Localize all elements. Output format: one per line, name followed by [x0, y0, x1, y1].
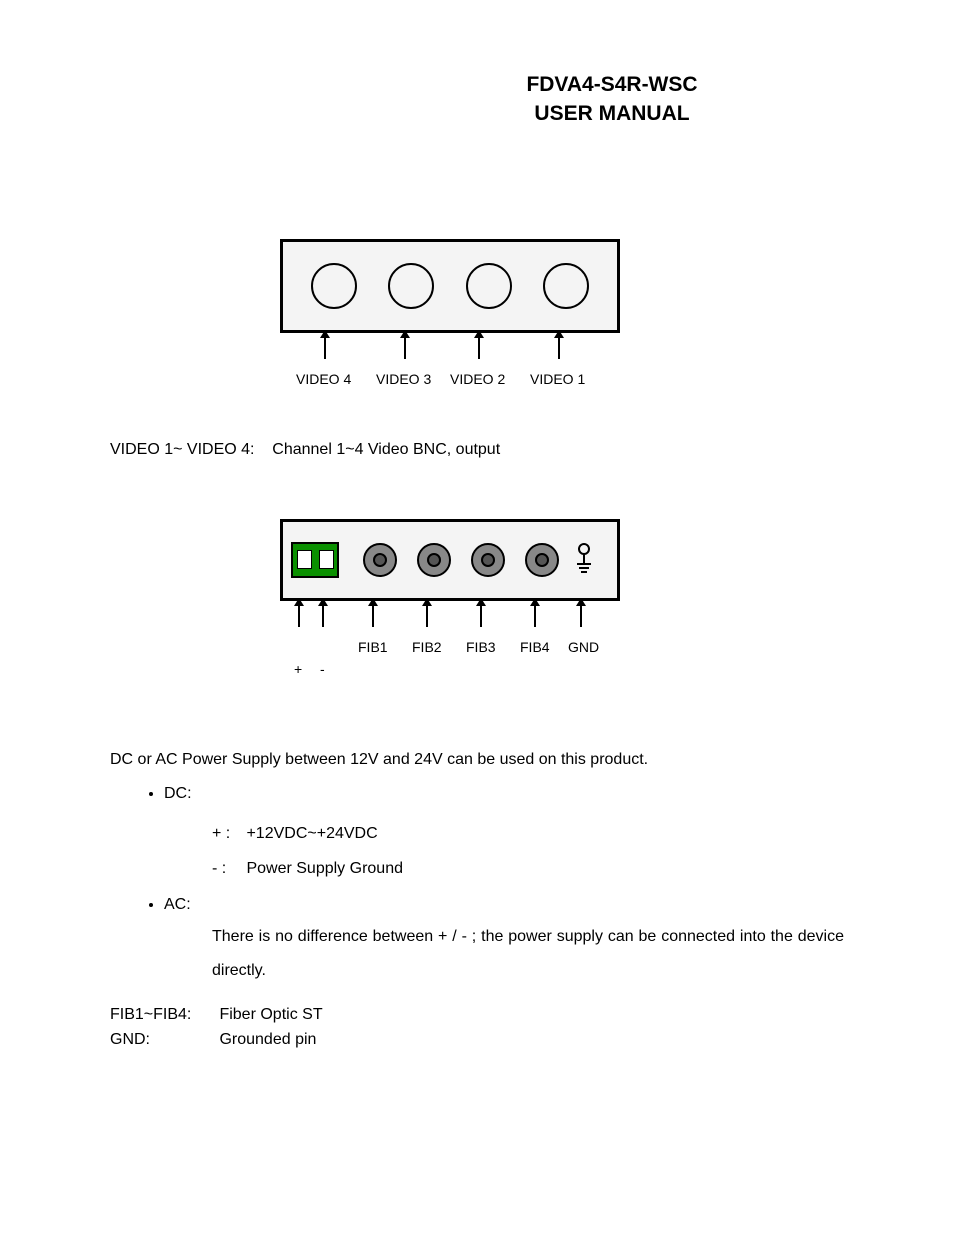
ac-text: There is no difference between + / - ; t… — [212, 920, 844, 987]
label-video1: VIDEO 1 — [530, 371, 585, 387]
power-intro: DC or AC Power Supply between 12V and 24… — [110, 745, 844, 775]
label-fib2: FIB2 — [412, 639, 442, 655]
desc-term: VIDEO 1~ VIDEO 4: — [110, 441, 255, 458]
dc-plus-text: +12VDC~+24VDC — [246, 825, 377, 842]
fiber-st-connector-icon — [417, 543, 451, 577]
label-fib1: FIB1 — [358, 639, 388, 655]
dc-label: DC: — [164, 785, 192, 802]
header-title: USER MANUAL — [380, 99, 844, 128]
arrow-up-icon — [480, 605, 482, 627]
fiber-st-connector-icon — [525, 543, 559, 577]
panel-rear — [280, 519, 620, 601]
desc-text: Channel 1~4 Video BNC, output — [272, 441, 500, 458]
bnc-connector-icon — [466, 263, 512, 309]
label-video3: VIDEO 3 — [376, 371, 431, 387]
terminal-slot-icon — [319, 550, 334, 569]
terminal-slot-icon — [297, 550, 312, 569]
arrow-up-icon — [478, 337, 480, 359]
label-gnd: GND — [568, 639, 599, 655]
diagram-power-fiber: + - FIB1 FIB2 FIB3 FIB4 GND — [280, 519, 620, 685]
header-model: FDVA4-S4R-WSC — [380, 70, 844, 99]
dc-item: DC: + : +12VDC~+24VDC - : Power Supply G… — [164, 779, 844, 886]
terminal-block-icon — [291, 542, 339, 578]
arrow-row — [280, 603, 620, 639]
arrow-up-icon — [322, 605, 324, 627]
label-video4: VIDEO 4 — [296, 371, 351, 387]
label-row: VIDEO 4 VIDEO 3 VIDEO 2 VIDEO 1 — [280, 371, 620, 391]
definitions: FIB1~FIB4: Fiber Optic ST GND: Grounded … — [110, 1002, 844, 1053]
bnc-connector-icon — [311, 263, 357, 309]
label-minus: - — [320, 661, 325, 677]
label-row: + - FIB1 FIB2 FIB3 FIB4 GND — [280, 639, 620, 685]
dc-minus-sym: - : — [212, 851, 242, 886]
label-fib3: FIB3 — [466, 639, 496, 655]
arrow-up-icon — [324, 337, 326, 359]
label-plus: + — [294, 661, 302, 677]
arrow-up-icon — [372, 605, 374, 627]
video-description: VIDEO 1~ VIDEO 4: Channel 1~4 Video BNC,… — [110, 441, 844, 459]
arrow-up-icon — [558, 337, 560, 359]
label-video2: VIDEO 2 — [450, 371, 505, 387]
power-description: DC or AC Power Supply between 12V and 24… — [110, 745, 844, 1053]
label-fib4: FIB4 — [520, 639, 550, 655]
ac-item: AC: There is no difference between + / -… — [164, 890, 844, 988]
arrow-up-icon — [426, 605, 428, 627]
gnd-text: Grounded pin — [219, 1031, 316, 1048]
bnc-connector-icon — [543, 263, 589, 309]
fiber-st-connector-icon — [471, 543, 505, 577]
panel-front — [280, 239, 620, 333]
bnc-connector-icon — [388, 263, 434, 309]
arrow-row — [280, 335, 620, 371]
arrow-up-icon — [404, 337, 406, 359]
diagram-video-bnc: VIDEO 4 VIDEO 3 VIDEO 2 VIDEO 1 — [280, 239, 620, 391]
fib-term: FIB1~FIB4: — [110, 1002, 215, 1028]
fiber-st-connector-icon — [363, 543, 397, 577]
gnd-term: GND: — [110, 1027, 215, 1053]
fib-text: Fiber Optic ST — [219, 1006, 322, 1023]
arrow-up-icon — [534, 605, 536, 627]
dc-minus-text: Power Supply Ground — [246, 860, 403, 877]
ground-icon — [575, 542, 593, 578]
dc-plus-sym: + : — [212, 816, 242, 851]
arrow-up-icon — [298, 605, 300, 627]
page-header: FDVA4-S4R-WSC USER MANUAL — [380, 70, 844, 129]
ac-label: AC: — [164, 896, 191, 913]
arrow-up-icon — [580, 605, 582, 627]
